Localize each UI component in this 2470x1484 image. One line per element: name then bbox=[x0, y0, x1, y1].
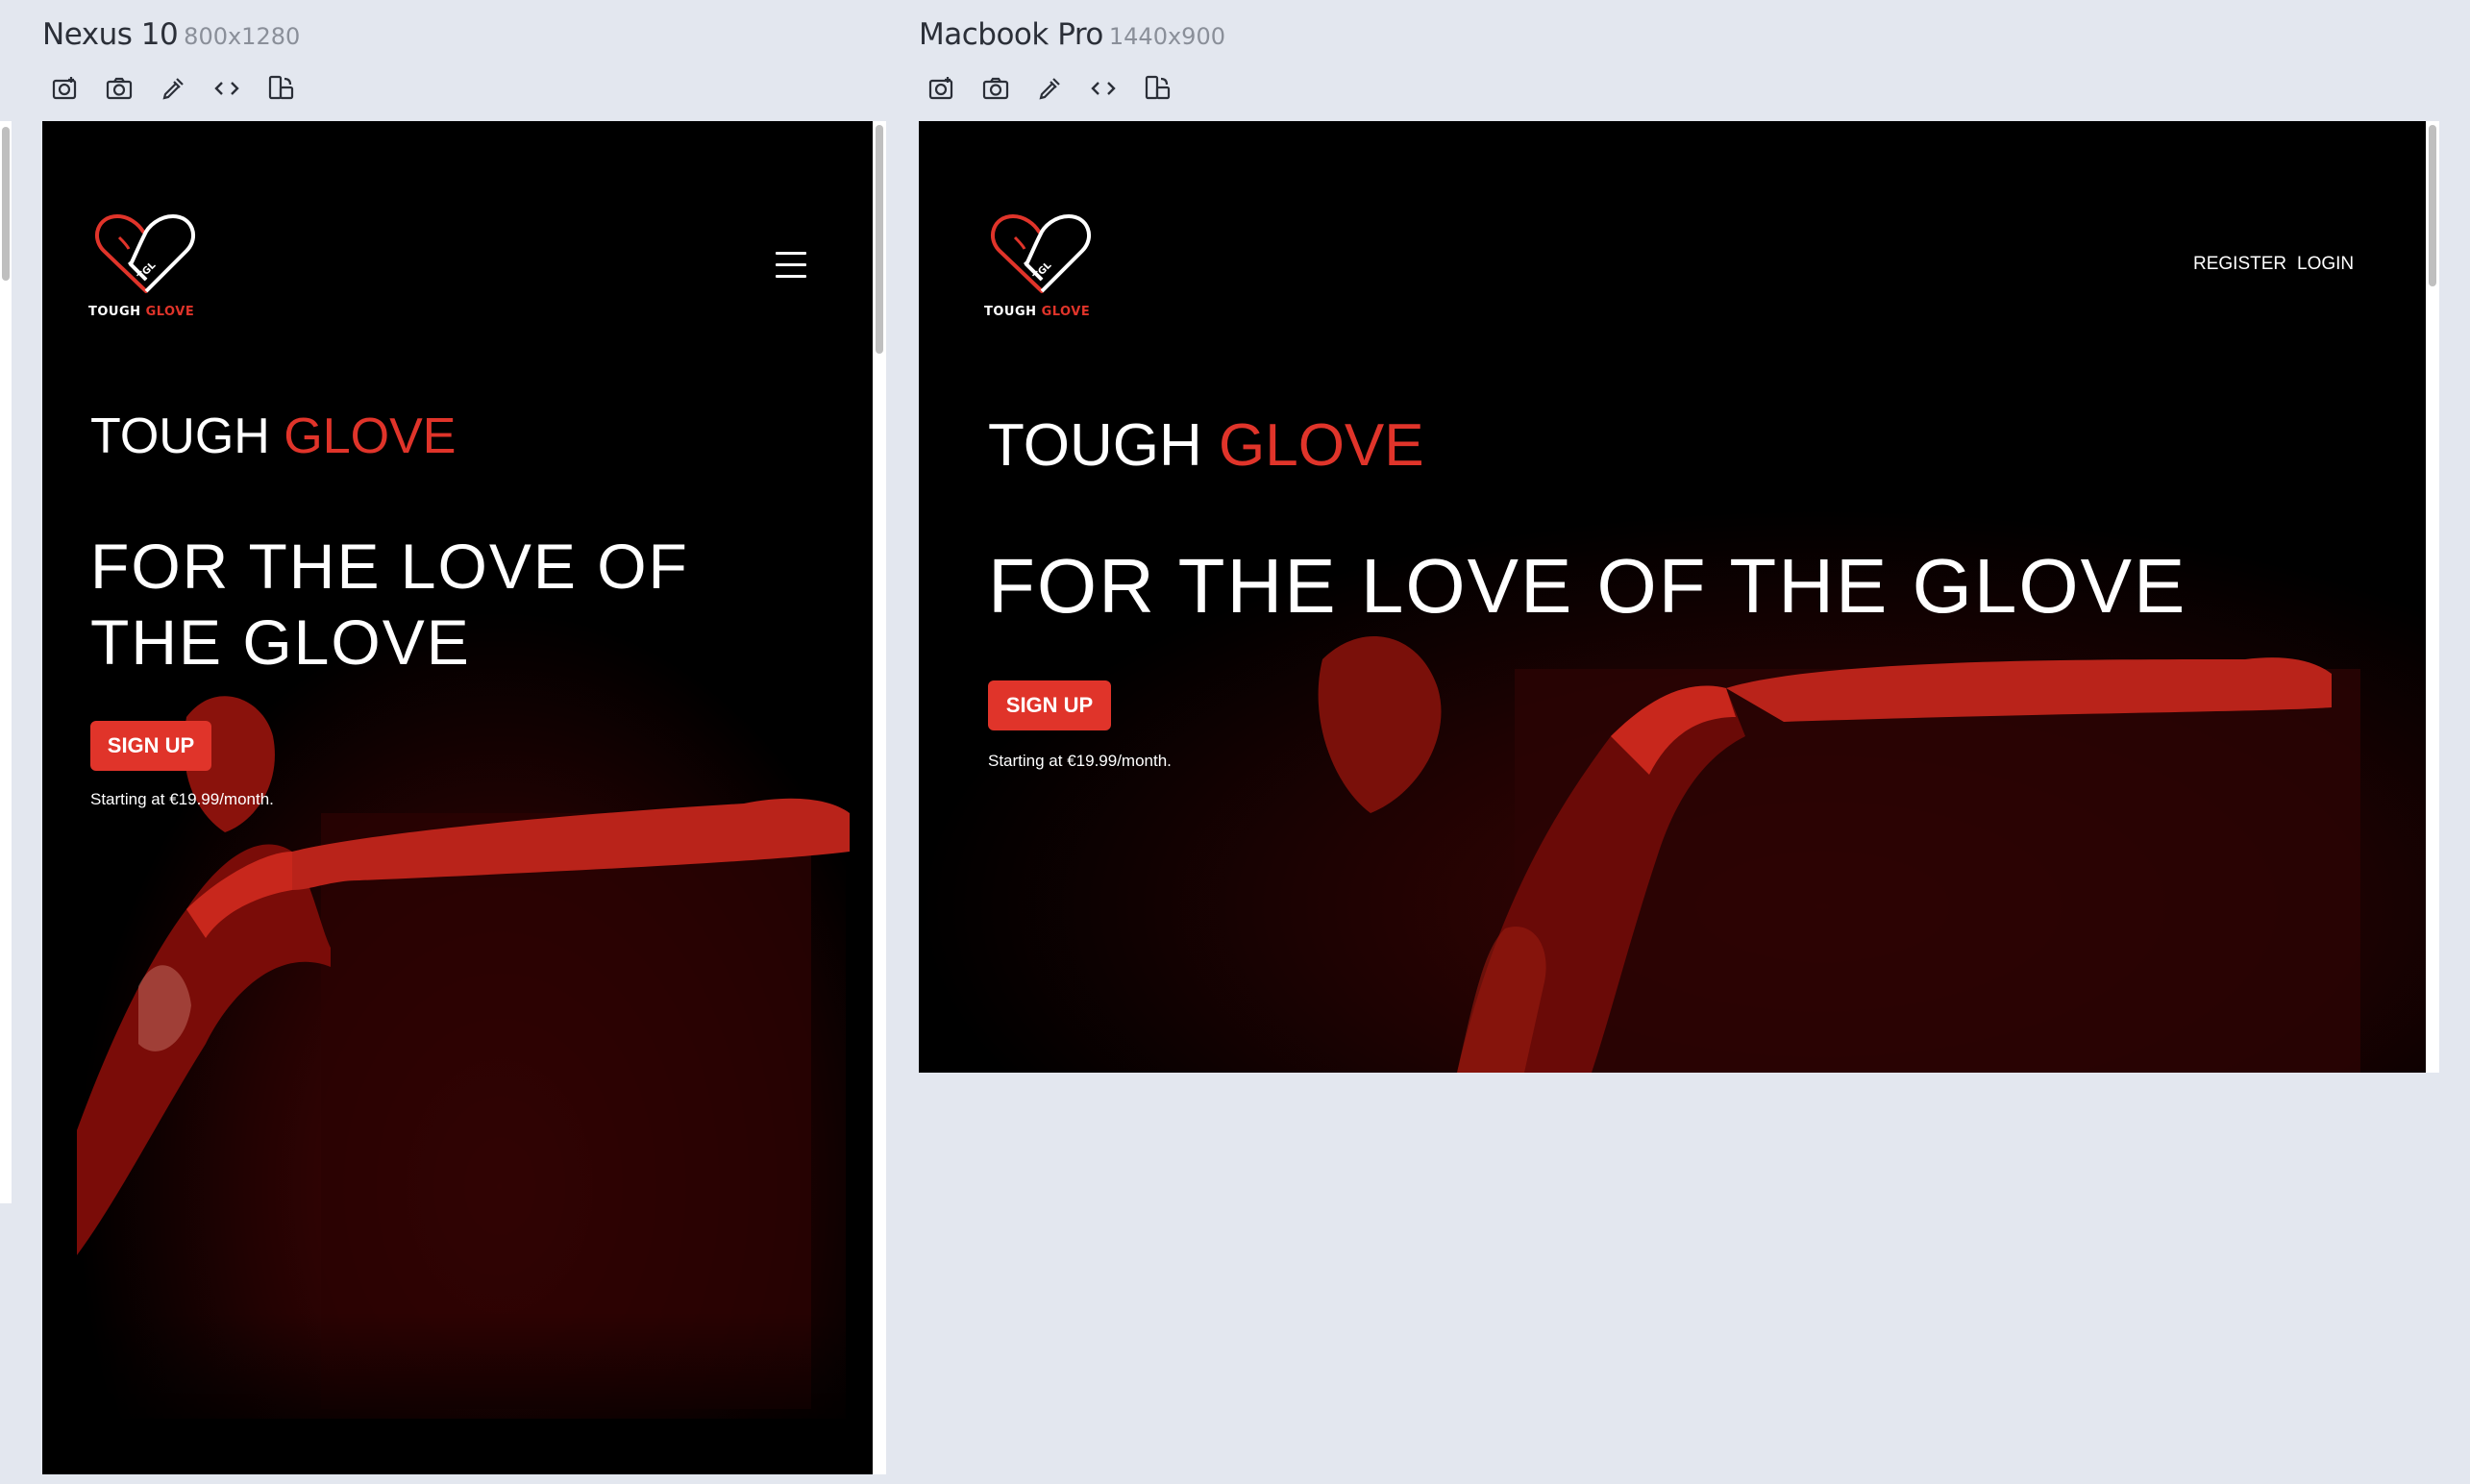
hero-tagline: FOR THE LOVE OF THE GLOVE bbox=[90, 531, 689, 679]
frame-scrollbar-nexus[interactable] bbox=[873, 121, 886, 1474]
nav-login-link[interactable]: LOGIN bbox=[2297, 254, 2354, 275]
price-text: Starting at €19.99/month. bbox=[988, 752, 1172, 770]
nav-register-link[interactable]: REGISTER bbox=[2193, 254, 2286, 275]
code-icon[interactable] bbox=[211, 73, 242, 104]
device-title: Macbook Pro bbox=[919, 17, 1103, 52]
logo[interactable]: TGL TOUGH GLOVE bbox=[984, 212, 1101, 328]
hero-tagline: FOR THE LOVE OF THE GLOVE bbox=[988, 543, 2187, 629]
frame-scrollbar-macbook[interactable] bbox=[2426, 121, 2439, 1073]
device-resolution: 1440x900 bbox=[1108, 23, 1225, 50]
camera-icon[interactable] bbox=[104, 73, 135, 104]
logo-text: TOUGH GLOVE bbox=[984, 305, 1091, 319]
code-icon[interactable] bbox=[1088, 73, 1119, 104]
page-scrollbar[interactable] bbox=[0, 121, 12, 1203]
heart-glove-icon: TGL bbox=[95, 213, 195, 293]
signup-button[interactable]: SIGN UP bbox=[90, 721, 211, 771]
device-frame-macbook: TGL TOUGH GLOVE REGISTER LOGIN TOUGH GLO… bbox=[919, 121, 2426, 1073]
logo-text: TOUGH GLOVE bbox=[88, 305, 195, 319]
glove-text: TGL bbox=[1032, 260, 1054, 282]
screenshot-full-icon[interactable] bbox=[50, 73, 81, 104]
device-resolution: 800x1280 bbox=[184, 23, 301, 50]
device-frame-nexus: TGL TOUGH GLOVE TOUGH GLOVE FOR THE LOVE… bbox=[42, 121, 873, 1474]
rotate-device-icon[interactable] bbox=[1142, 73, 1173, 104]
device-toolbar-macbook bbox=[926, 73, 1173, 104]
hamburger-menu-icon[interactable] bbox=[776, 252, 806, 286]
camera-icon[interactable] bbox=[980, 73, 1011, 104]
brand-heading: TOUGH GLOVE bbox=[988, 412, 1424, 479]
glove-text: TGL bbox=[136, 260, 159, 282]
rotate-device-icon[interactable] bbox=[265, 73, 296, 104]
logo[interactable]: TGL TOUGH GLOVE bbox=[88, 212, 206, 328]
heart-glove-icon: TGL bbox=[991, 213, 1091, 293]
eyedropper-icon[interactable] bbox=[1034, 73, 1065, 104]
device-title: Nexus 10 bbox=[42, 17, 179, 52]
brand-heading: TOUGH GLOVE bbox=[90, 408, 457, 464]
device-header-macbook: Macbook Pro 1440x900 bbox=[919, 17, 1225, 52]
signup-button[interactable]: SIGN UP bbox=[988, 680, 1111, 730]
device-header-nexus: Nexus 10 800x1280 bbox=[42, 17, 300, 52]
screenshot-full-icon[interactable] bbox=[926, 73, 957, 104]
eyedropper-icon[interactable] bbox=[158, 73, 188, 104]
device-toolbar-nexus bbox=[50, 73, 296, 104]
price-text: Starting at €19.99/month. bbox=[90, 790, 274, 808]
